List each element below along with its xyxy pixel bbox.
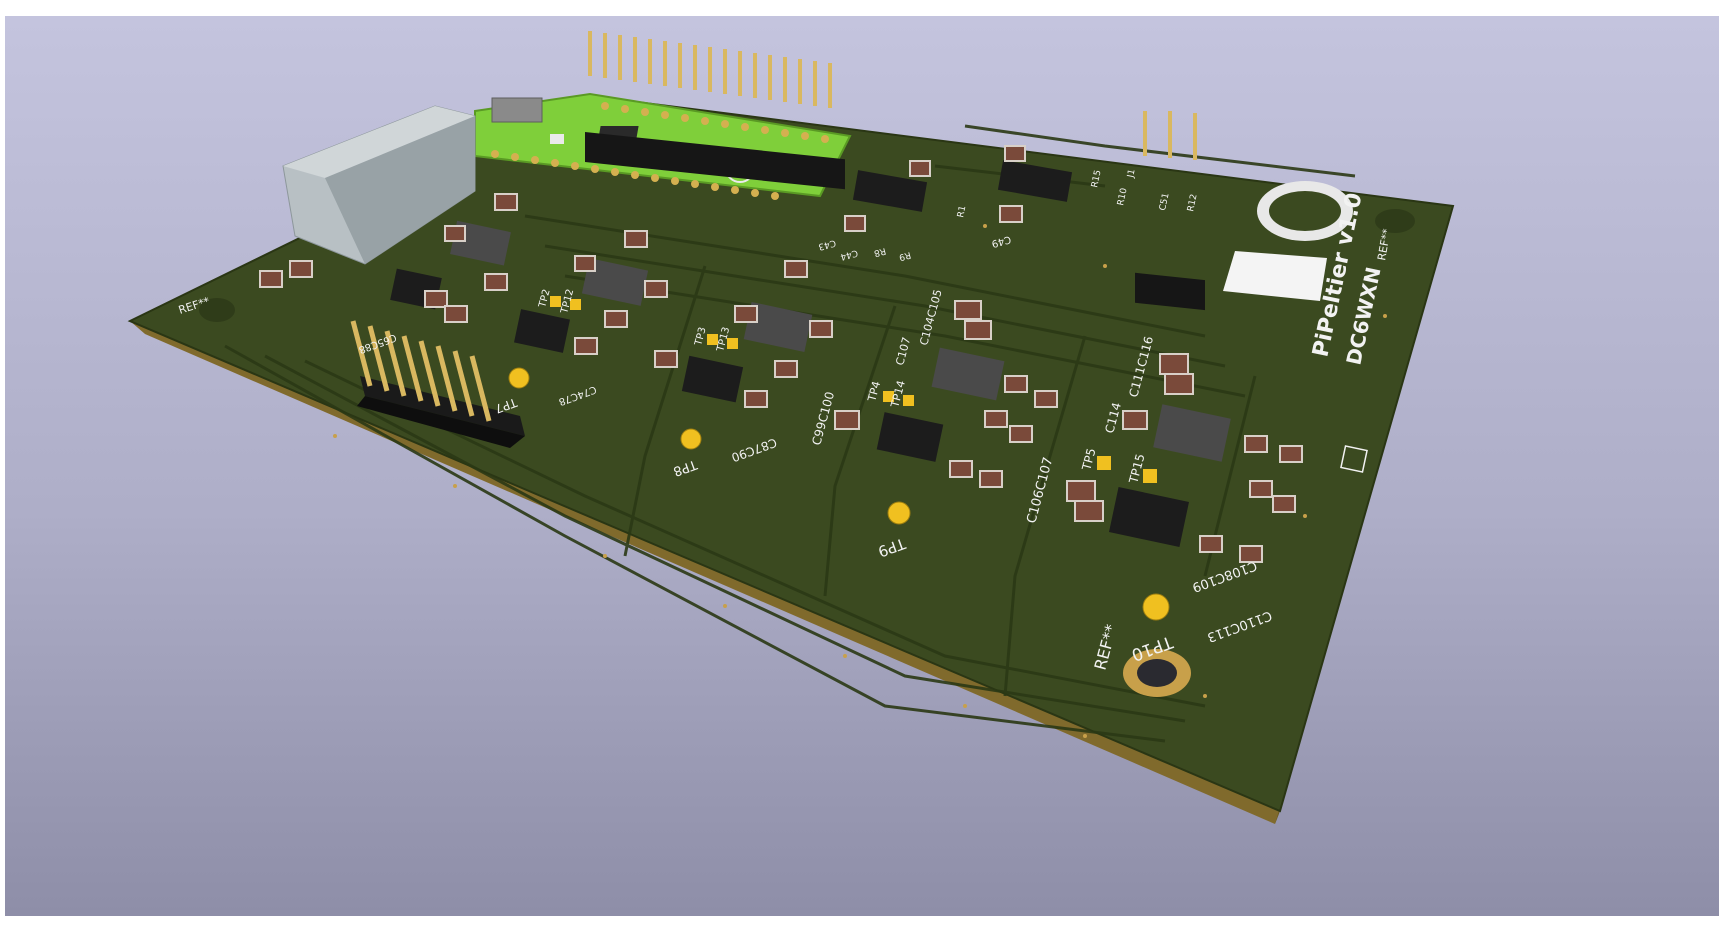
pcb-3d-render: PiPeltier v1.0 DC6WXN REF** REF** REF** … (127, 31, 1455, 824)
tp10-pad (1142, 593, 1170, 621)
render-viewport: PiPeltier v1.0 DC6WXN REF** REF** REF** … (5, 16, 1719, 916)
pico-usb-connector (491, 97, 543, 123)
tp8-pad (680, 428, 702, 450)
tp7-pad (508, 367, 530, 389)
tp9-pad (887, 501, 911, 525)
